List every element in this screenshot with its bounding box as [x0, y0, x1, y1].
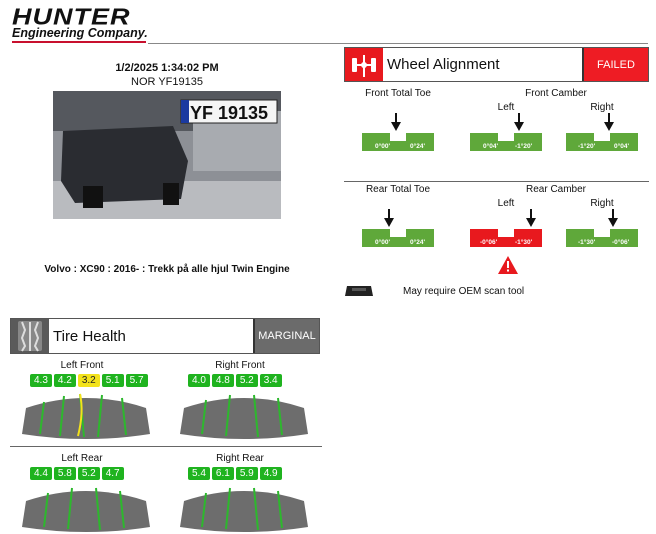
tread-depth-pill: 4.3	[30, 374, 52, 387]
rear-toe-marker-icon	[384, 209, 394, 227]
right-front-label: Right Front	[215, 360, 265, 371]
tread-depth-pill: 4.8	[211, 374, 234, 387]
rear-camber-left-label: Left	[497, 198, 515, 209]
tread-depth-pill: 4.7	[101, 467, 124, 480]
tread-depth-pill-warning: 3.2	[77, 374, 100, 387]
tread-depth-pill: 5.7	[125, 374, 148, 387]
tire-health-header: Tire Health MARGINAL	[10, 318, 320, 354]
rear-camber-label: Rear Camber	[525, 184, 587, 195]
tread-depth-pill: 5.2	[77, 467, 100, 480]
rear-camber-right-marker-icon	[608, 209, 618, 227]
front-camber-right-gauge: -1°20' 0°04'	[566, 113, 638, 151]
license-plate-text: NOR YF19135	[131, 76, 203, 88]
rear-camber-right-gauge: -1°30' -0°06'	[566, 209, 638, 247]
rear-camber-left-gauge: -0°06' -1°30'	[470, 209, 542, 247]
tread-depth-pill: 5.2	[235, 374, 258, 387]
front-total-toe-gauge: 0°00' 0°24'	[362, 113, 434, 151]
front-camber-left-gauge: 0°04' -1°20'	[470, 113, 542, 151]
right-rear-depths: 5.4 6.1 5.9 4.9	[188, 467, 284, 480]
tire-divider	[10, 446, 322, 447]
tread-depth-pill: 5.8	[53, 467, 76, 480]
front-toe-marker-icon	[391, 113, 401, 131]
vehicle-photo: YF 19135	[53, 91, 281, 219]
right-rear-tire-image	[180, 487, 308, 532]
tire-tread-icon	[11, 319, 49, 353]
tread-depth-pill: 4.0	[188, 374, 210, 387]
logo-underline	[12, 41, 146, 43]
front-total-toe-label: Front Total Toe	[365, 88, 431, 99]
tread-depth-pill: 4.9	[259, 467, 282, 480]
front-camber-right-label: Right	[590, 102, 614, 113]
left-rear-depths: 4.4 5.8 5.2 4.7	[30, 467, 126, 480]
right-front-tire-image	[180, 394, 308, 439]
oem-scan-note: May require OEM scan tool	[403, 286, 525, 297]
left-front-label: Left Front	[60, 360, 104, 371]
vehicle-description: Volvo : XC90 : 2016- : Trekk på alle hju…	[44, 264, 290, 275]
right-front-depths: 4.0 4.8 5.2 3.4	[188, 374, 284, 387]
right-rear-label: Right Rear	[216, 453, 264, 464]
left-front-depths: 4.3 4.2 3.2 5.1 5.7	[30, 374, 150, 387]
report-datetime: 1/2/2025 1:34:02 PM	[115, 62, 219, 74]
warning-icon	[498, 256, 518, 274]
rear-camber-right-label: Right	[590, 198, 614, 209]
tread-depth-pill: 4.2	[53, 374, 76, 387]
scan-tool-icon	[345, 286, 373, 296]
rear-total-toe-gauge: 0°00' 0°24'	[362, 209, 434, 247]
tread-depth-pill: 5.9	[235, 467, 258, 480]
tread-depth-pill: 5.4	[188, 467, 210, 480]
tread-depth-pill: 3.4	[259, 374, 282, 387]
front-camber-label: Front Camber	[525, 88, 587, 99]
tread-depth-pill: 5.1	[101, 374, 124, 387]
header-divider	[148, 43, 648, 44]
tire-health-status-badge: MARGINAL	[255, 319, 319, 353]
front-camber-right-marker-icon	[604, 113, 614, 131]
alignment-icon	[345, 48, 383, 81]
rear-total-toe-label: Rear Total Toe	[365, 184, 431, 195]
alignment-divider	[344, 181, 649, 182]
brand-logo-subtitle: Engineering Company.	[12, 26, 148, 40]
alignment-status-badge: FAILED	[584, 48, 648, 81]
left-rear-label: Left Rear	[61, 453, 103, 464]
wheel-alignment-header: Wheel Alignment FAILED	[344, 47, 649, 82]
front-camber-left-label: Left	[497, 102, 515, 113]
rear-camber-left-marker-icon	[526, 209, 536, 227]
front-camber-left-marker-icon	[514, 113, 524, 131]
photo-plate-number: YF 19135	[190, 103, 268, 123]
tread-depth-pill: 4.4	[30, 467, 52, 480]
tread-depth-pill: 6.1	[211, 467, 234, 480]
alignment-title: Wheel Alignment	[383, 48, 584, 81]
left-front-tire-image	[22, 393, 150, 439]
tire-health-title: Tire Health	[49, 319, 255, 353]
left-rear-tire-image	[22, 487, 150, 532]
